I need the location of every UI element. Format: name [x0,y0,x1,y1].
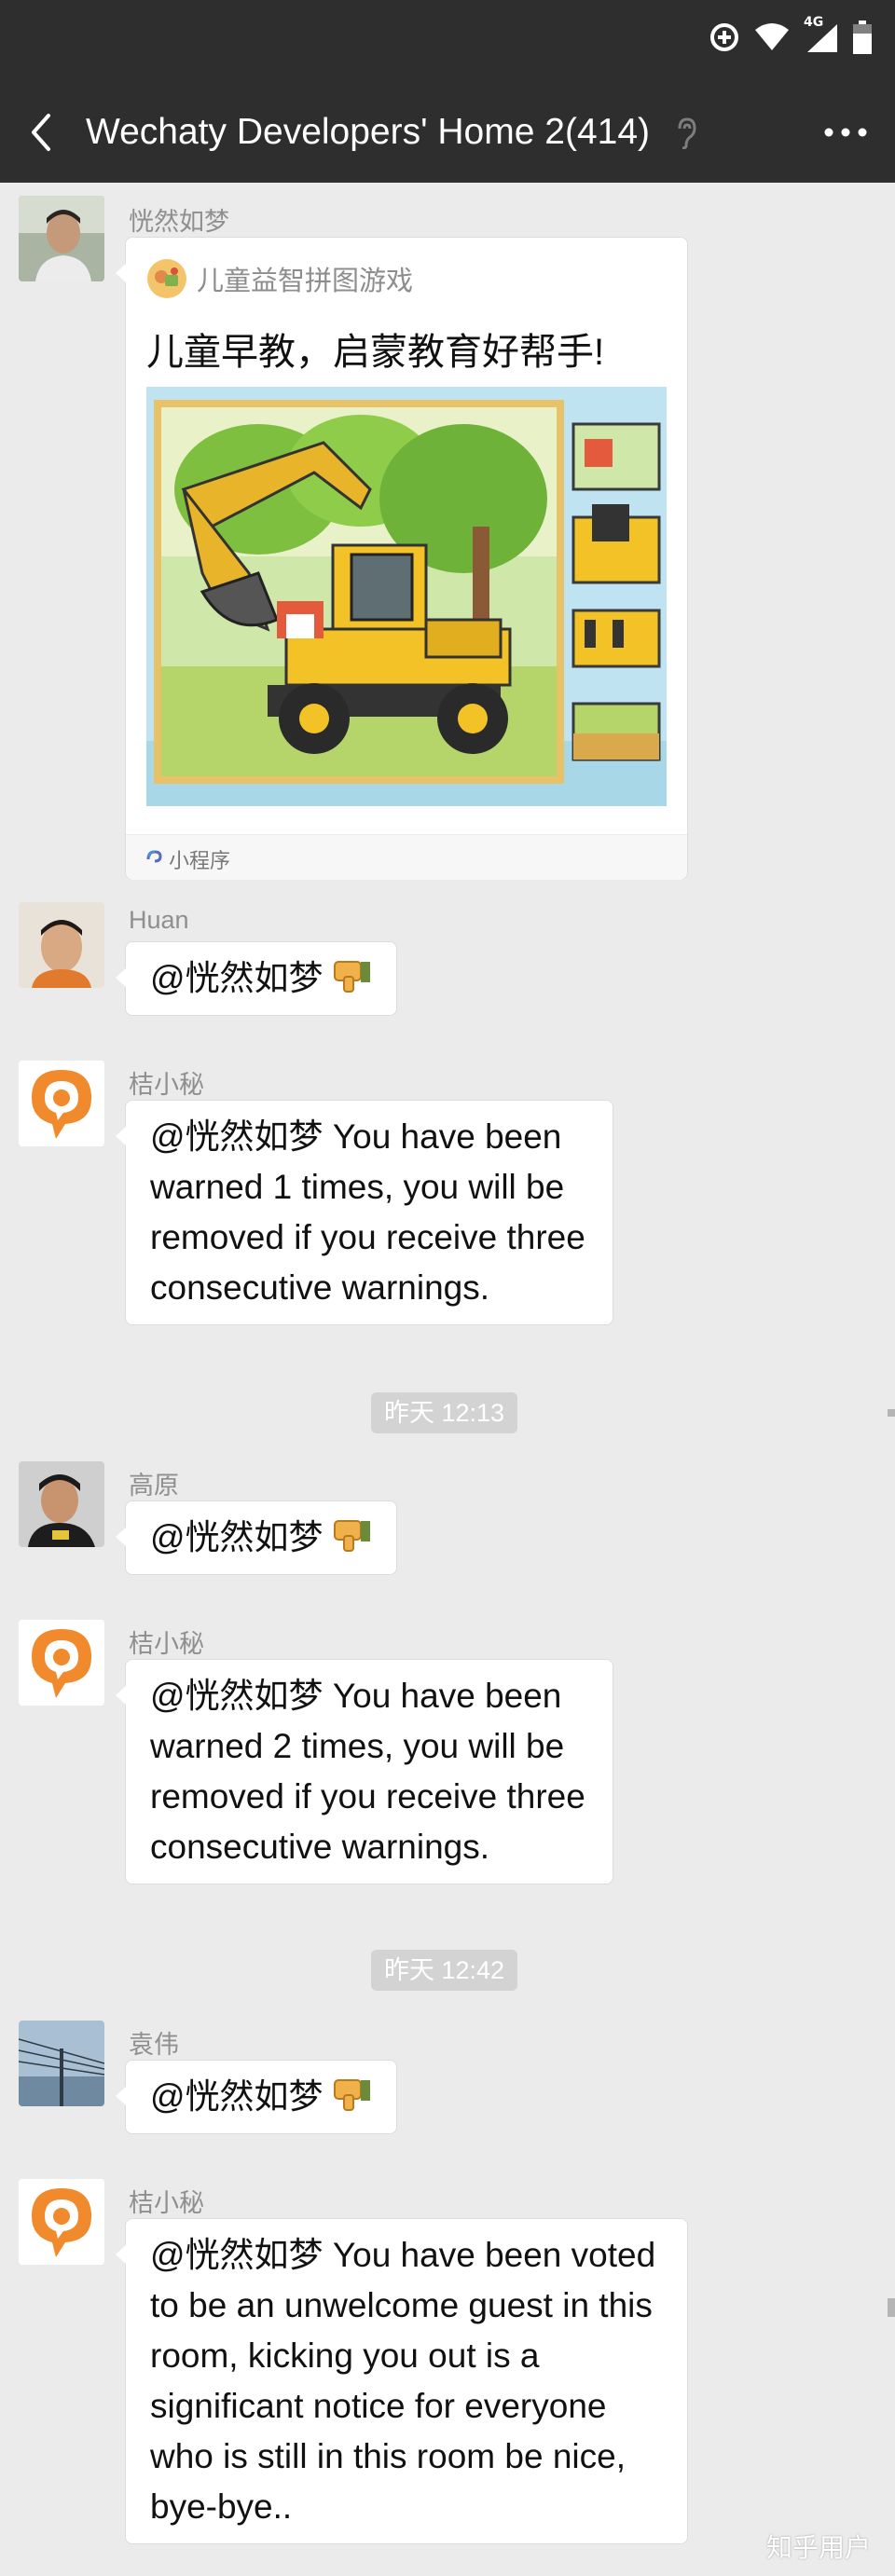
card-source: 儿童益智拼图游戏 [146,258,413,299]
card-footer: 小程序 [126,834,687,880]
thumbs-down-emoji-icon [333,961,370,993]
data-saver-icon [710,23,738,51]
bot-logo-icon [19,1620,104,1706]
avatar[interactable] [19,2179,104,2265]
message-bubble[interactable]: @恍然如梦 You have been warned 2 times, you … [116,1659,613,1884]
ear-mute-icon [678,117,696,149]
message-bubble[interactable]: @恍然如梦 You have been warned 1 times, you … [116,1100,613,1325]
signal-icon: 4G [804,15,839,54]
watermark: 知乎用户 [765,2533,871,2562]
back-arrow-icon[interactable] [21,110,65,155]
puzzle-game-image [146,387,667,806]
message-text: @恍然如梦 [150,2077,324,2116]
sender-name: Huan [129,906,189,934]
message-text: @恍然如梦 You have been warned 1 times, you … [150,1117,585,1307]
mini-program-label: 小程序 [169,849,231,872]
message-text: @恍然如梦 [150,959,324,997]
mini-program-icon [146,850,162,863]
sender-name: 恍然如梦 [129,208,229,236]
message-bubble[interactable]: @恍然如梦 [116,941,397,1016]
more-dots-icon[interactable] [822,119,869,145]
avatar[interactable] [19,196,104,281]
sender-name: 桔小秘 [129,1071,204,1099]
status-bar: 4G [0,0,895,82]
message-text: @恍然如梦 [150,1518,324,1556]
message-bubble[interactable]: @恍然如梦 [116,2060,397,2134]
message-bubble[interactable]: @恍然如梦 [116,1500,397,1575]
thumbs-down-emoji-icon [333,2079,370,2111]
sender-name: 高原 [129,1472,179,1500]
bot-logo-icon [19,1061,104,1146]
avatar[interactable] [19,2021,104,2106]
network-type-label: 4G [804,15,824,30]
battery-icon [853,21,872,54]
bot-logo-icon [19,2179,104,2265]
timestamp: 昨天 12:13 [371,1392,518,1433]
message-text: @恍然如梦 You have been voted to be an unwel… [150,2236,656,2526]
chat-title: Wechaty Developers' Home 2(414) [86,112,650,152]
avatar[interactable] [19,1061,104,1146]
scroll-indicator [888,2298,895,2317]
chat-header: Wechaty Developers' Home 2(414) [0,82,895,183]
card-title: 儿童早教，启蒙教育好帮手! [146,332,605,373]
mini-program-card[interactable]: 儿童益智拼图游戏 儿童早教，启蒙教育好帮手! 小程序 [116,237,688,880]
scroll-indicator [888,1409,895,1417]
sender-name: 袁伟 [129,2031,179,2059]
avatar[interactable] [19,902,104,988]
message-text: @恍然如梦 You have been warned 2 times, you … [150,1677,585,1866]
timestamp: 昨天 12:42 [371,1950,518,1991]
card-source-name: 儿童益智拼图游戏 [197,267,414,296]
sender-name: 桔小秘 [129,1630,204,1658]
wifi-icon [755,23,789,50]
message-bubble[interactable]: @恍然如梦 You have been voted to be an unwel… [116,2218,688,2544]
puzzle-app-logo-icon [147,259,186,298]
avatar[interactable] [19,1620,104,1706]
thumbs-down-emoji-icon [333,1520,370,1552]
avatar[interactable] [19,1461,104,1547]
sender-name: 桔小秘 [129,2189,204,2217]
